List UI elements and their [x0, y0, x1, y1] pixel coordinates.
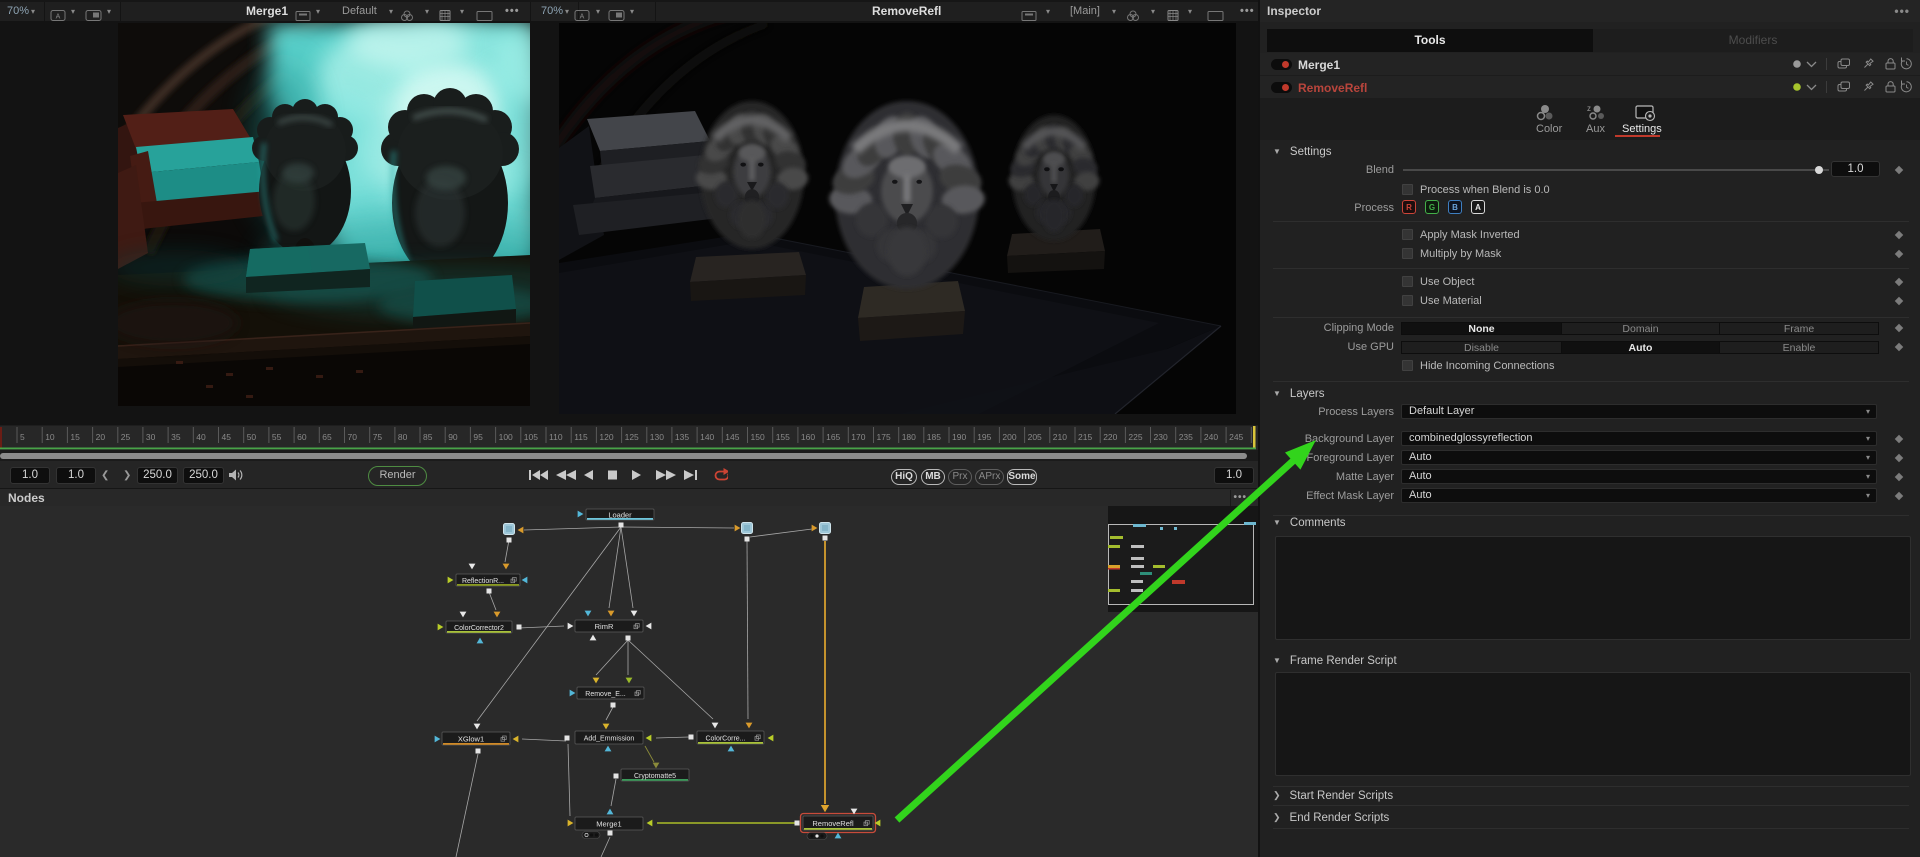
svg-text:190: 190 — [952, 432, 966, 442]
svg-text:185: 185 — [927, 432, 941, 442]
svg-text:110: 110 — [549, 432, 563, 442]
svg-text:50: 50 — [247, 432, 257, 442]
svg-text:65: 65 — [322, 432, 332, 442]
svg-text:40: 40 — [196, 432, 206, 442]
svg-text:150: 150 — [751, 432, 765, 442]
svg-text:115: 115 — [574, 432, 588, 442]
svg-text:130: 130 — [650, 432, 664, 442]
svg-text:RemoveRefl: RemoveRefl — [812, 819, 854, 828]
svg-text:145: 145 — [725, 432, 739, 442]
svg-text:25: 25 — [121, 432, 131, 442]
svg-text:85: 85 — [423, 432, 433, 442]
svg-text:R: R — [1406, 203, 1412, 212]
svg-text:60: 60 — [297, 432, 307, 442]
svg-text:Merge1: Merge1 — [596, 819, 621, 828]
svg-text:160: 160 — [801, 432, 815, 442]
svg-text:Add_Emmission: Add_Emmission — [584, 735, 635, 742]
svg-text:35: 35 — [171, 432, 181, 442]
svg-text:100: 100 — [499, 432, 513, 442]
svg-text:210: 210 — [1053, 432, 1067, 442]
svg-text:125: 125 — [625, 432, 639, 442]
svg-text:140: 140 — [700, 432, 714, 442]
svg-text:10: 10 — [45, 432, 55, 442]
svg-text:Remove_E...: Remove_E... — [585, 691, 626, 698]
svg-text:235: 235 — [1179, 432, 1193, 442]
svg-text:ColorCorre...: ColorCorre... — [705, 735, 745, 742]
svg-text:A: A — [580, 14, 585, 21]
svg-text:5: 5 — [20, 432, 25, 442]
svg-text:75: 75 — [373, 432, 383, 442]
svg-text:Cryptomatte5: Cryptomatte5 — [634, 773, 676, 780]
svg-text:240: 240 — [1204, 432, 1218, 442]
svg-text:Loader: Loader — [608, 510, 632, 519]
svg-text:155: 155 — [776, 432, 790, 442]
svg-text:165: 165 — [826, 432, 840, 442]
svg-text:z: z — [1587, 104, 1591, 113]
svg-text:205: 205 — [1028, 432, 1042, 442]
svg-text:ReflectionR...: ReflectionR... — [462, 578, 504, 585]
svg-text:XGlow1: XGlow1 — [458, 734, 484, 743]
svg-text:ColorCorrector2: ColorCorrector2 — [454, 625, 504, 632]
svg-text:20: 20 — [96, 432, 106, 442]
svg-text:15: 15 — [70, 432, 80, 442]
svg-text:G: G — [1429, 203, 1435, 212]
svg-text:230: 230 — [1154, 432, 1168, 442]
svg-text:200: 200 — [1002, 432, 1016, 442]
svg-text:A: A — [1475, 203, 1481, 212]
svg-text:30: 30 — [146, 432, 156, 442]
svg-text:45: 45 — [222, 432, 232, 442]
svg-text:90: 90 — [448, 432, 458, 442]
svg-text:195: 195 — [977, 432, 991, 442]
svg-text:220: 220 — [1103, 432, 1117, 442]
svg-text:B: B — [1452, 203, 1458, 212]
svg-text:180: 180 — [902, 432, 916, 442]
svg-text:105: 105 — [524, 432, 538, 442]
svg-text:135: 135 — [675, 432, 689, 442]
svg-text:A: A — [56, 14, 61, 21]
svg-text:55: 55 — [272, 432, 282, 442]
svg-text:245: 245 — [1229, 432, 1243, 442]
svg-text:175: 175 — [877, 432, 891, 442]
svg-text:170: 170 — [851, 432, 865, 442]
svg-text:215: 215 — [1078, 432, 1092, 442]
svg-text:70: 70 — [348, 432, 358, 442]
svg-text:95: 95 — [473, 432, 483, 442]
svg-text:RimR: RimR — [595, 622, 614, 631]
svg-text:120: 120 — [599, 432, 613, 442]
svg-text:225: 225 — [1128, 432, 1142, 442]
svg-text:80: 80 — [398, 432, 408, 442]
